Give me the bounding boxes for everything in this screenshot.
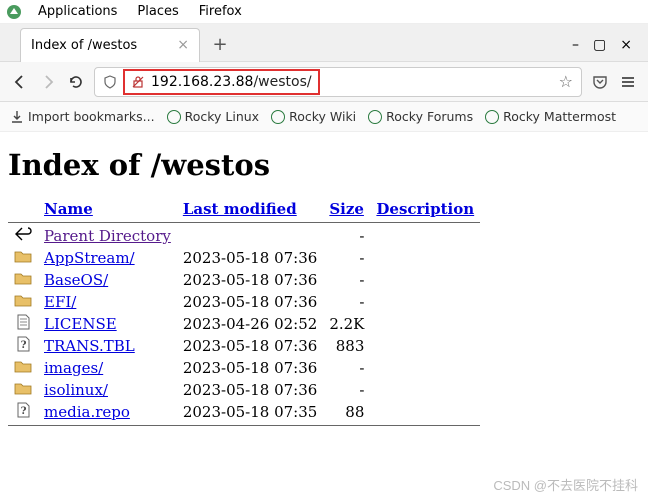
bookmark-rocky-forums[interactable]: Rocky Forums: [368, 109, 473, 124]
file-link[interactable]: BaseOS/: [44, 271, 108, 289]
activities-icon: [6, 4, 22, 20]
back-button[interactable]: [10, 72, 30, 92]
table-row: LICENSE 2023-04-26 02:522.2K: [8, 313, 480, 335]
menu-firefox[interactable]: Firefox: [189, 4, 252, 19]
file-size: -: [323, 247, 370, 269]
page-title: Index of /westos: [8, 148, 640, 182]
file-size: -: [323, 357, 370, 379]
file-size: -: [323, 225, 370, 247]
rocky-favicon-icon: [485, 110, 499, 124]
table-row: AppStream/2023-05-18 07:36-: [8, 247, 480, 269]
bookmark-label: Rocky Wiki: [289, 109, 356, 124]
menu-applications[interactable]: Applications: [28, 4, 127, 19]
file-date: 2023-05-18 07:36: [177, 269, 323, 291]
watermark-text: CSDN @不去医院不挂科: [493, 475, 638, 494]
bookmark-rocky-mattermost[interactable]: Rocky Mattermost: [485, 109, 616, 124]
file-link[interactable]: images/: [44, 359, 103, 377]
file-size: 883: [323, 335, 370, 357]
file-date: 2023-05-18 07:36: [177, 247, 323, 269]
file-size: 88: [323, 401, 370, 423]
table-row: EFI/2023-05-18 07:36-: [8, 291, 480, 313]
file-date: 2023-05-18 07:36: [177, 291, 323, 313]
file-date: 2023-05-18 07:35: [177, 401, 323, 423]
menu-places[interactable]: Places: [127, 4, 188, 19]
file-size: -: [323, 291, 370, 313]
url-text: 192.168.23.88/westos/: [151, 74, 312, 90]
folder-icon: [8, 269, 38, 291]
window-minimize-button[interactable]: –: [572, 37, 579, 53]
col-size-header[interactable]: Size: [329, 200, 364, 218]
col-name-header[interactable]: Name: [44, 200, 93, 218]
file-link[interactable]: EFI/: [44, 293, 76, 311]
window-close-button[interactable]: ×: [620, 37, 632, 53]
browser-tabbar: Index of /westos × + – ▢ ×: [0, 24, 648, 62]
file-date: 2023-05-18 07:36: [177, 335, 323, 357]
table-row: isolinux/2023-05-18 07:36-: [8, 379, 480, 401]
folder-icon: [8, 247, 38, 269]
table-row: Parent Directory -: [8, 225, 480, 247]
table-row: images/2023-05-18 07:36-: [8, 357, 480, 379]
tab-title: Index of /westos: [31, 38, 137, 53]
file-link[interactable]: LICENSE: [44, 315, 117, 333]
unknown-icon: ?: [8, 335, 38, 357]
forward-button[interactable]: [38, 72, 58, 92]
folder-icon: [8, 357, 38, 379]
file-icon: [8, 313, 38, 335]
svg-text:?: ?: [21, 340, 27, 351]
reload-button[interactable]: [66, 72, 86, 92]
folder-icon: [8, 379, 38, 401]
bookmark-label: Rocky Forums: [386, 109, 473, 124]
directory-listing-table: Name Last modified Size Description Pare…: [8, 198, 480, 428]
file-date: 2023-05-18 07:36: [177, 357, 323, 379]
page-content: Index of /westos Name Last modified Size…: [0, 132, 648, 438]
col-lastmod-header[interactable]: Last modified: [183, 200, 297, 218]
window-controls: – ▢ ×: [572, 37, 640, 53]
file-size: -: [323, 379, 370, 401]
file-link[interactable]: isolinux/: [44, 381, 108, 399]
bookmarks-toolbar: Import bookmarks... Rocky Linux Rocky Wi…: [0, 102, 648, 132]
pocket-button[interactable]: [590, 72, 610, 92]
insecure-lock-icon: [131, 75, 145, 89]
table-row: ? media.repo 2023-05-18 07:3588: [8, 401, 480, 423]
url-bar[interactable]: 192.168.23.88/westos/ ☆: [94, 67, 582, 97]
folder-icon: [8, 291, 38, 313]
file-date: 2023-05-18 07:36: [177, 379, 323, 401]
shield-icon: [103, 75, 117, 89]
bookmark-rocky-linux[interactable]: Rocky Linux: [167, 109, 260, 124]
import-bookmarks-button[interactable]: Import bookmarks...: [10, 109, 155, 124]
bookmark-rocky-wiki[interactable]: Rocky Wiki: [271, 109, 356, 124]
rocky-favicon-icon: [167, 110, 181, 124]
import-icon: [10, 110, 24, 124]
bookmark-label: Rocky Linux: [185, 109, 260, 124]
rocky-favicon-icon: [271, 110, 285, 124]
import-bookmarks-label: Import bookmarks...: [28, 109, 155, 124]
file-link[interactable]: media.repo: [44, 403, 130, 421]
col-desc-header[interactable]: Description: [376, 200, 474, 218]
unknown-icon: ?: [8, 401, 38, 423]
rocky-favicon-icon: [368, 110, 382, 124]
file-date: [177, 225, 323, 247]
file-link[interactable]: AppStream/: [44, 249, 135, 267]
file-link[interactable]: Parent Directory: [44, 227, 171, 245]
url-highlight-box: 192.168.23.88/westos/: [123, 69, 320, 95]
bookmark-label: Rocky Mattermost: [503, 109, 616, 124]
os-menubar: Applications Places Firefox: [0, 0, 648, 24]
back-icon: [8, 225, 38, 247]
file-size: -: [323, 269, 370, 291]
table-row: BaseOS/2023-05-18 07:36-: [8, 269, 480, 291]
file-date: 2023-04-26 02:52: [177, 313, 323, 335]
new-tab-button[interactable]: +: [206, 31, 234, 59]
browser-tab[interactable]: Index of /westos ×: [20, 28, 200, 62]
browser-navbar: 192.168.23.88/westos/ ☆: [0, 62, 648, 102]
file-link[interactable]: TRANS.TBL: [44, 337, 135, 355]
bookmark-star-icon[interactable]: ☆: [559, 72, 573, 91]
hamburger-menu-button[interactable]: [618, 72, 638, 92]
tab-close-icon[interactable]: ×: [177, 37, 189, 53]
table-row: ? TRANS.TBL 2023-05-18 07:36883: [8, 335, 480, 357]
window-maximize-button[interactable]: ▢: [593, 37, 606, 53]
file-size: 2.2K: [323, 313, 370, 335]
svg-text:?: ?: [21, 406, 27, 417]
